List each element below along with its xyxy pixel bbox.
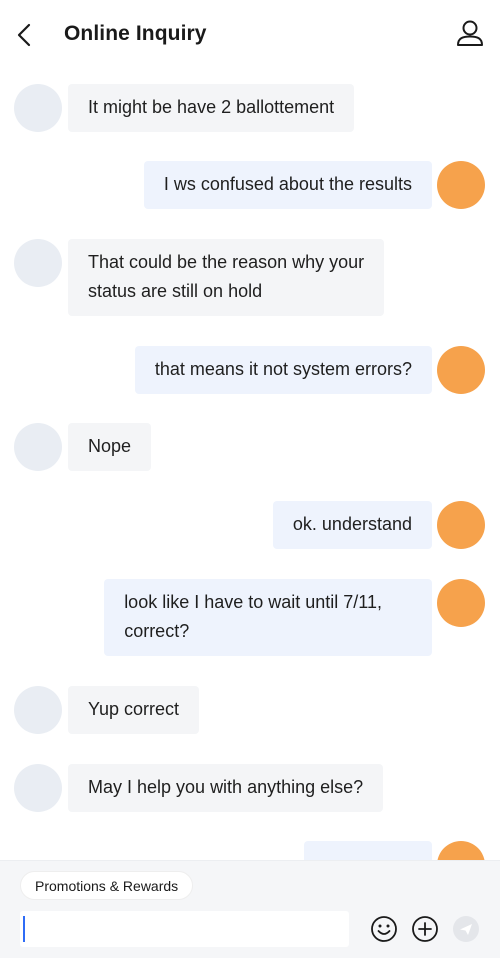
message-bubble: That could be the reason why your status… — [68, 239, 385, 316]
message-bubble: Yup correct — [68, 686, 200, 734]
message-line: That could be the reason why your — [88, 252, 365, 272]
message-line: status are still on hold — [88, 281, 263, 301]
message-bubble: May I help you with anything else? — [68, 764, 384, 812]
user-avatar — [437, 841, 485, 860]
message-line: May I help you with anything else? — [88, 777, 364, 797]
add-button[interactable] — [411, 915, 439, 943]
profile-button[interactable] — [454, 18, 486, 50]
smiley-icon — [371, 916, 397, 942]
message-line: look like I have to wait until 7/11, — [124, 592, 382, 612]
person-icon — [457, 20, 483, 46]
send-icon — [453, 916, 479, 942]
message-bubble: look like I have to wait until 7/11, cor… — [104, 579, 432, 656]
plus-circle-icon — [412, 916, 438, 942]
message-bubble: I ws confused about the results — [143, 161, 432, 209]
message-line: that means it not system errors? — [154, 359, 412, 379]
message-bubble — [304, 841, 432, 860]
message-bubble: that means it not system errors? — [134, 346, 432, 394]
text-caret — [23, 916, 25, 942]
page-title: Online Inquiry — [64, 22, 207, 45]
user-avatar — [437, 161, 485, 209]
agent-avatar — [14, 686, 62, 734]
message-line: Yup correct — [88, 699, 180, 719]
message-line: Nope — [88, 436, 132, 456]
agent-avatar — [14, 84, 62, 132]
agent-avatar — [14, 423, 62, 471]
emoji-button[interactable] — [370, 915, 398, 943]
agent-avatar — [14, 764, 62, 812]
message-bubble: ok. understand — [272, 501, 432, 549]
message-line: ok. understand — [292, 514, 412, 534]
user-avatar — [437, 346, 485, 394]
user-avatar — [437, 579, 485, 627]
message-input[interactable] — [20, 911, 349, 947]
send-button[interactable] — [452, 915, 480, 943]
user-avatar — [437, 501, 485, 549]
quick-reply-chip[interactable]: Promotions & Rewards — [20, 871, 194, 900]
message-bubble: Nope — [68, 423, 152, 471]
header: Online Inquiry — [0, 0, 500, 70]
chevron-left-icon — [17, 23, 31, 47]
message-line: correct? — [124, 621, 190, 641]
message-line: I ws confused about the results — [163, 174, 412, 194]
message-bubble: It might be have 2 ballottement — [68, 84, 355, 132]
chat-thread[interactable]: It might be have 2 ballottement I ws con… — [0, 70, 500, 860]
back-button[interactable] — [10, 18, 38, 52]
composer: Promotions & Rewards — [0, 860, 500, 958]
agent-avatar — [14, 239, 62, 287]
message-line: It might be have 2 ballottement — [88, 97, 335, 117]
